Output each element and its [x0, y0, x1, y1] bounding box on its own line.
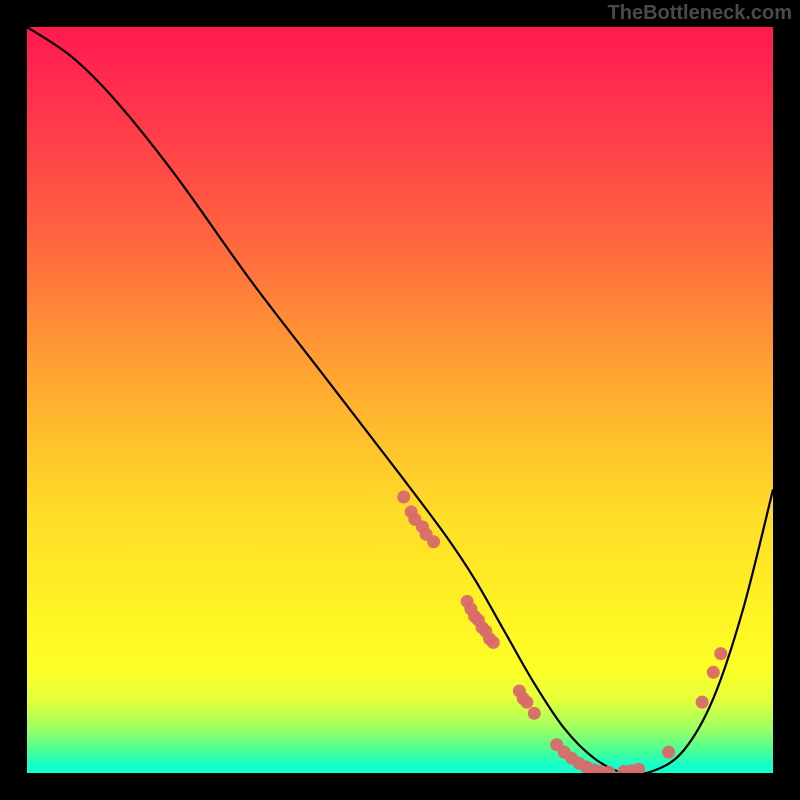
data-point [487, 636, 500, 649]
plot-area [27, 27, 773, 773]
data-point [632, 763, 645, 773]
chart-svg [27, 27, 773, 773]
curve-line [27, 27, 773, 773]
data-point [520, 696, 533, 709]
watermark-text: TheBottleneck.com [608, 2, 792, 25]
data-points [397, 490, 727, 773]
data-point [427, 535, 440, 548]
data-point [528, 707, 541, 720]
data-point [696, 696, 709, 709]
data-point [714, 647, 727, 660]
data-point [707, 666, 720, 679]
data-point [662, 746, 675, 759]
data-point [397, 490, 410, 503]
